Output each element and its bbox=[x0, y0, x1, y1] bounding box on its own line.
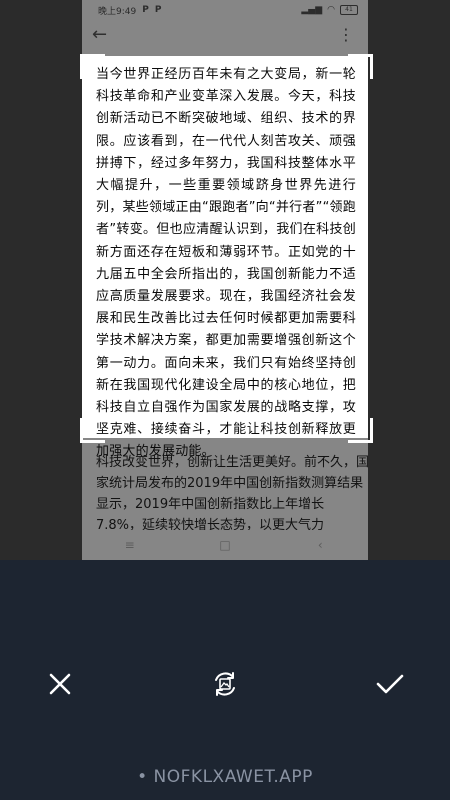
photographed-app-bar: ← ⋮ bbox=[82, 22, 368, 48]
arrow-left-icon: ← bbox=[92, 24, 108, 45]
cancel-button[interactable] bbox=[40, 664, 80, 704]
watermark: • NOFKLXAWET.APP bbox=[137, 767, 313, 787]
signal-icon: ▂▄▆ bbox=[301, 5, 323, 15]
back-icon: ‹ bbox=[317, 538, 323, 552]
close-icon bbox=[49, 673, 71, 695]
menu-icon: ≡ bbox=[124, 538, 135, 552]
rotate-image-icon bbox=[215, 672, 235, 696]
bottom-toolbar bbox=[0, 560, 450, 800]
wifi-icon: ◠ bbox=[327, 5, 335, 15]
crop-handle-top-left[interactable] bbox=[80, 54, 105, 79]
more-vertical-icon: ⋮ bbox=[338, 25, 354, 44]
crop-handle-bottom-left[interactable] bbox=[80, 418, 105, 443]
notification-icon: P bbox=[154, 5, 162, 15]
crop-handle-bottom-right[interactable] bbox=[348, 418, 373, 443]
check-icon bbox=[376, 674, 404, 694]
crop-region[interactable]: 当今世界正经历百年未有之大变局，新一轮科技革命和产业变革深入发展。今天，科技创新… bbox=[82, 56, 368, 459]
rotate-button[interactable] bbox=[205, 664, 245, 704]
document-text: 当今世界正经历百年未有之大变局，新一轮科技革命和产业变革深入发展。今天，科技创新… bbox=[96, 67, 356, 460]
photographed-nav-bar: ≡ □ ‹ bbox=[82, 530, 368, 560]
document-text-outside-crop: 科技改变世界，创新让生活更美好。前不久，国家统计局发布的2019年中国创新指数测… bbox=[96, 455, 370, 530]
status-bar: 晚上9:49 P P ▂▄▆ ◠ 41 bbox=[82, 0, 368, 20]
battery-icon: 41 bbox=[340, 5, 358, 15]
status-time: 晚上9:49 bbox=[98, 6, 137, 17]
confirm-button[interactable] bbox=[370, 664, 410, 704]
home-icon: □ bbox=[219, 538, 231, 552]
notification-icon: P bbox=[142, 5, 149, 15]
crop-handle-top-right[interactable] bbox=[348, 54, 373, 79]
